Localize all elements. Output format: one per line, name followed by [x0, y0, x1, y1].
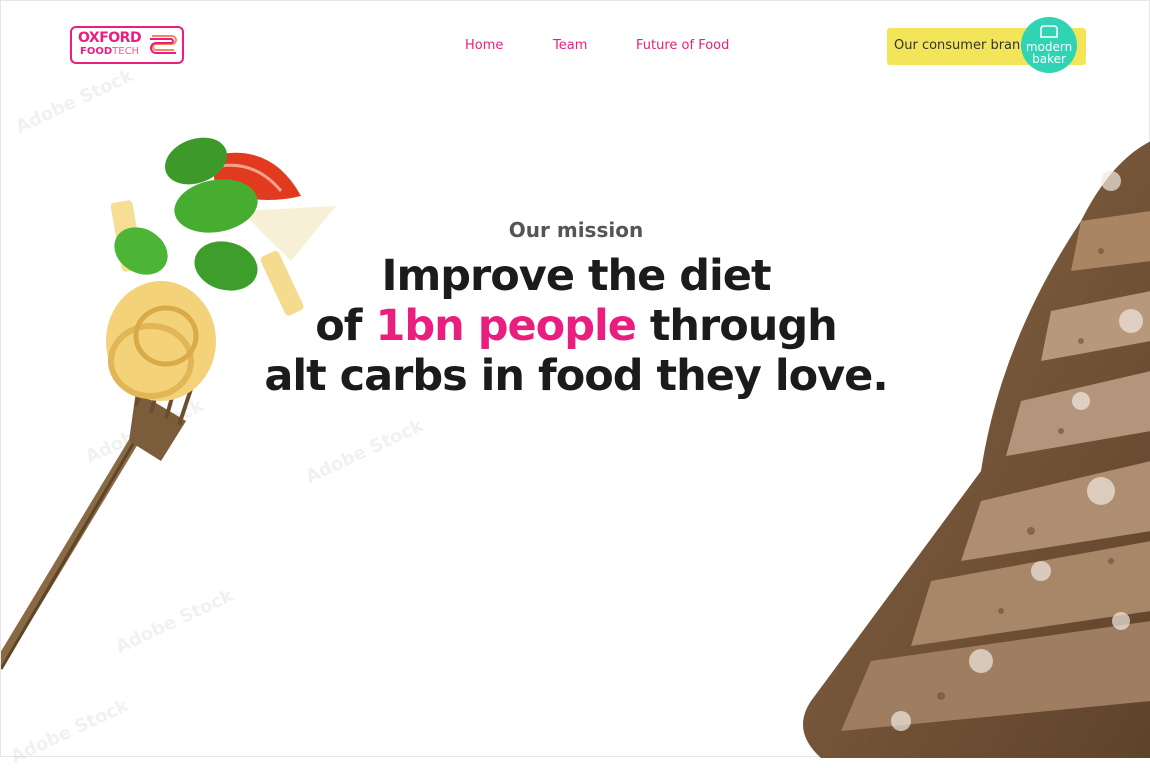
- fork-with-pasta-image: [1, 137, 336, 670]
- modern-baker-badge[interactable]: modern baker: [1021, 17, 1077, 73]
- headline-line2-pre: of: [315, 301, 376, 351]
- nav-future-of-food[interactable]: Future of Food: [636, 37, 729, 55]
- mission-headline: Improve the diet of 1bn people through a…: [1, 251, 1150, 401]
- headline-highlight: 1bn people: [375, 301, 636, 351]
- bread-loaf-icon: [1039, 25, 1059, 38]
- badge-text-baker: baker: [1032, 52, 1066, 66]
- mission-eyebrow: Our mission: [508, 218, 644, 242]
- nav-team[interactable]: Team: [553, 37, 587, 55]
- headline-line1: Improve the diet: [381, 251, 771, 301]
- consumer-brand-label: Our consumer brand: [894, 38, 1029, 53]
- nav-home[interactable]: Home: [465, 37, 503, 55]
- headline-line2-post: through: [635, 301, 838, 351]
- headline-line3: alt carbs in food they love.: [264, 351, 888, 401]
- mission-section: Our mission: [1, 217, 1150, 243]
- headline-line2: of 1bn people through: [1, 301, 1150, 351]
